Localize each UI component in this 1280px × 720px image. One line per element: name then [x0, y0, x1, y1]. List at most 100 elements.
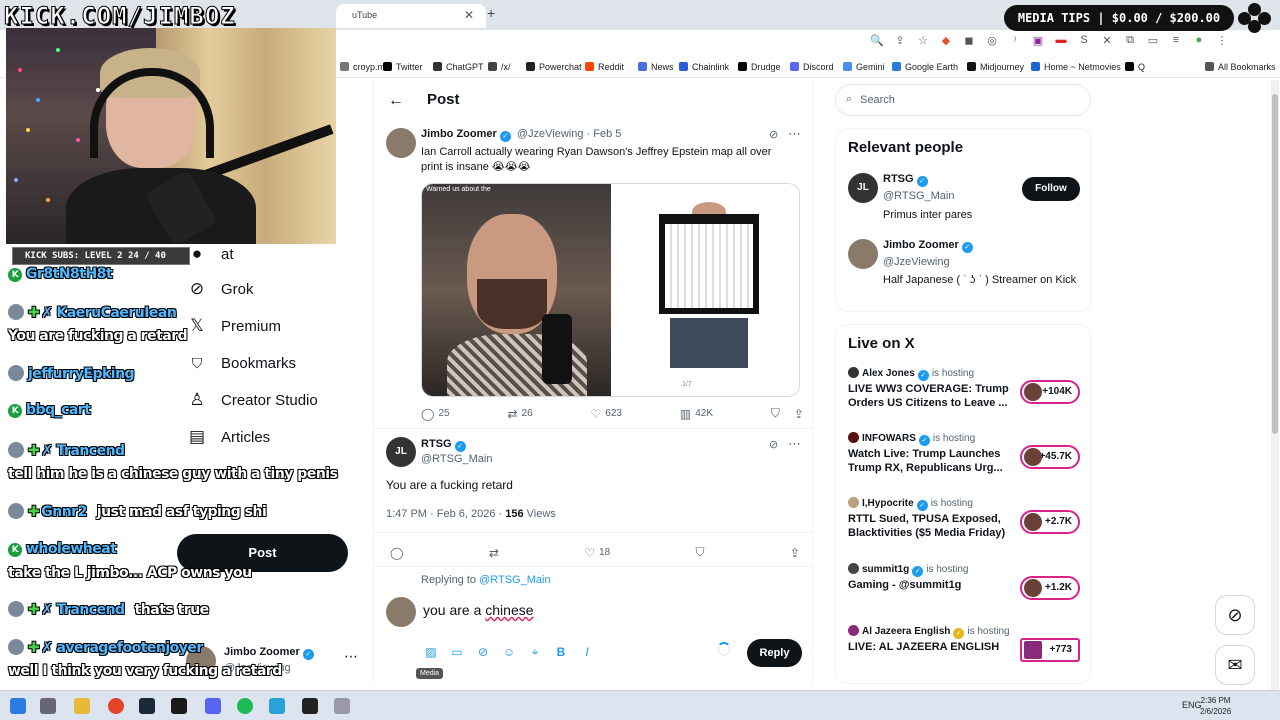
grok-icon[interactable]: ⊘: [1215, 595, 1255, 635]
bookmark-item[interactable]: Discord: [790, 62, 834, 72]
bookmark-item[interactable]: Drudge: [738, 62, 781, 72]
avatar[interactable]: [386, 128, 416, 158]
grok-icon[interactable]: ⊘: [476, 645, 490, 660]
sidebar-icon[interactable]: ▭: [1146, 34, 1160, 47]
nav-item-articles[interactable]: ▤ Articles: [187, 427, 270, 447]
like-action[interactable]: ♡ 623: [591, 406, 622, 421]
extension-icon[interactable]: ◼: [962, 34, 976, 47]
avatar[interactable]: [848, 239, 878, 269]
bookmark-item[interactable]: Q: [1125, 62, 1145, 72]
bookmark-item[interactable]: Gemini: [843, 62, 885, 72]
person-name[interactable]: RTSG ✓: [883, 173, 931, 187]
media-icon[interactable]: ▨: [424, 645, 438, 660]
avatar[interactable]: JL: [848, 173, 878, 203]
scrollbar[interactable]: [1271, 80, 1279, 690]
language-indicator[interactable]: ENG: [1182, 700, 1202, 710]
grok-icon[interactable]: ⊘: [769, 128, 778, 141]
reply-button[interactable]: Reply: [747, 639, 802, 667]
spotify-icon[interactable]: [237, 698, 253, 714]
bookmark-item[interactable]: Powerchat: [526, 62, 582, 72]
bookmark-item[interactable]: Reddit: [585, 62, 624, 72]
nav-item-grok[interactable]: ⊘ Grok: [187, 279, 254, 299]
zoom-icon[interactable]: 🔍: [870, 34, 884, 47]
search-input[interactable]: ⌕ Search: [835, 84, 1091, 116]
italic-icon[interactable]: I: [580, 645, 594, 660]
extension-icon[interactable]: ▬: [1054, 34, 1068, 47]
star-icon[interactable]: ☆: [916, 34, 930, 47]
downloads-icon[interactable]: ≡: [1169, 34, 1183, 47]
tweet-author-handle[interactable]: @JzeViewing: [517, 128, 584, 140]
share-icon[interactable]: ⇪: [893, 34, 907, 47]
more-icon[interactable]: ⋯: [344, 648, 358, 665]
menu-icon[interactable]: ⋮: [1215, 34, 1229, 47]
gif-icon[interactable]: ▭: [450, 645, 464, 660]
app-icon[interactable]: [334, 698, 350, 714]
tweet-media[interactable]: Warned us about the 1/7: [421, 183, 800, 397]
system-clock[interactable]: 2:36 PM 2/6/2026: [1200, 695, 1231, 717]
person-handle[interactable]: @RTSG_Main: [883, 190, 954, 202]
nav-item-premium[interactable]: 𝕏 Premium: [187, 316, 281, 336]
bookmark-item[interactable]: Chainlink: [679, 62, 729, 72]
reply-input[interactable]: you are a chinese: [423, 602, 534, 618]
reply-action[interactable]: ◯: [390, 545, 403, 560]
bookmark-item[interactable]: All Bookmarks: [1205, 62, 1276, 72]
bookmark-action[interactable]: ⛉ ⇪: [771, 406, 804, 421]
search-icon[interactable]: [40, 698, 56, 714]
follow-button[interactable]: Follow: [1022, 177, 1080, 201]
bookmark-action[interactable]: ⛉: [696, 545, 705, 560]
extension-icon[interactable]: ▣: [1031, 34, 1045, 47]
replying-to-handle[interactable]: @RTSG_Main: [479, 574, 550, 586]
person-name[interactable]: Jimbo Zoomer ✓: [883, 239, 976, 253]
live-space-item[interactable]: INFOWARS ✓ is hosting Watch Live: Trump Lau…: [848, 432, 1080, 484]
browser-tab[interactable]: uTube ✕: [336, 4, 486, 28]
puzzle-icon[interactable]: ⧉: [1123, 34, 1137, 47]
more-icon[interactable]: ⋯: [788, 126, 801, 142]
back-arrow-icon[interactable]: ←: [388, 92, 404, 110]
person-handle[interactable]: @JzeViewing: [883, 256, 950, 268]
telegram-icon[interactable]: [269, 698, 285, 714]
nav-item-creator-studio[interactable]: ♙ Creator Studio: [187, 390, 317, 410]
nav-item-bookmarks[interactable]: ⛉ Bookmarks: [187, 353, 296, 373]
terminal-icon[interactable]: [171, 698, 187, 714]
bold-icon[interactable]: B: [554, 645, 568, 660]
share-action[interactable]: ⇪: [790, 545, 800, 560]
windows-start-icon[interactable]: [10, 698, 26, 714]
location-icon[interactable]: ⌖: [528, 645, 542, 660]
tweet-author-name[interactable]: Jimbo Zoomer: [421, 128, 497, 140]
close-tab-icon[interactable]: ✕: [464, 8, 474, 22]
x-extension-icon[interactable]: ✕: [1100, 34, 1114, 47]
extension-icon[interactable]: ◆: [939, 34, 953, 47]
bookmark-item[interactable]: Twitter: [383, 62, 423, 72]
bookmark-item[interactable]: Google Earth: [892, 62, 958, 72]
live-space-item[interactable]: summit1g ✓ is hosting Gaming - @summit1g +1.…: [848, 563, 1080, 615]
reply-action[interactable]: ◯ 25: [421, 406, 450, 421]
bookmark-item[interactable]: /x/: [488, 62, 511, 72]
new-tab-icon[interactable]: +: [487, 5, 495, 21]
profile-icon[interactable]: ●: [1192, 34, 1206, 47]
emoji-icon[interactable]: ☺: [502, 645, 516, 660]
tweet-timestamp[interactable]: 1:47 PM · Feb 6, 2026 ·: [386, 508, 505, 520]
chrome-icon[interactable]: [108, 698, 124, 714]
extension-icon[interactable]: ⁾: [1008, 34, 1022, 47]
extension-icon[interactable]: ◎: [985, 34, 999, 47]
live-space-item[interactable]: Alex Jones ✓ is hosting LIVE WW3 COVERAGE: …: [848, 367, 1080, 419]
more-icon[interactable]: ⋯: [788, 436, 801, 452]
discord-icon[interactable]: [205, 698, 221, 714]
bookmark-item[interactable]: Midjourney: [967, 62, 1024, 72]
live-space-item[interactable]: Al Jazeera English ✓ is hosting LIVE: AL JA…: [848, 625, 1080, 677]
bookmark-item[interactable]: Home ~ Netmovies: [1031, 62, 1121, 72]
tweet-author-name[interactable]: RTSG: [421, 438, 452, 450]
tweet-date[interactable]: · Feb 5: [587, 128, 622, 140]
bookmark-item[interactable]: News: [638, 62, 674, 72]
views-action[interactable]: ▥ 42K: [680, 406, 713, 421]
messages-icon[interactable]: ✉: [1215, 645, 1255, 685]
grok-icon[interactable]: ⊘: [769, 438, 778, 451]
extension-icon[interactable]: S: [1077, 34, 1091, 47]
tweet-author-handle[interactable]: @RTSG_Main: [421, 453, 492, 465]
bookmark-item[interactable]: ChatGPT: [433, 62, 484, 72]
avatar[interactable]: JL: [386, 437, 416, 467]
repost-action[interactable]: ⇄ 26: [507, 406, 532, 421]
obs-icon[interactable]: [302, 698, 318, 714]
repost-action[interactable]: ⇄: [489, 545, 499, 560]
live-space-item[interactable]: I,Hypocrite ✓ is hosting RTTL Sued, TPUSA E…: [848, 497, 1080, 549]
